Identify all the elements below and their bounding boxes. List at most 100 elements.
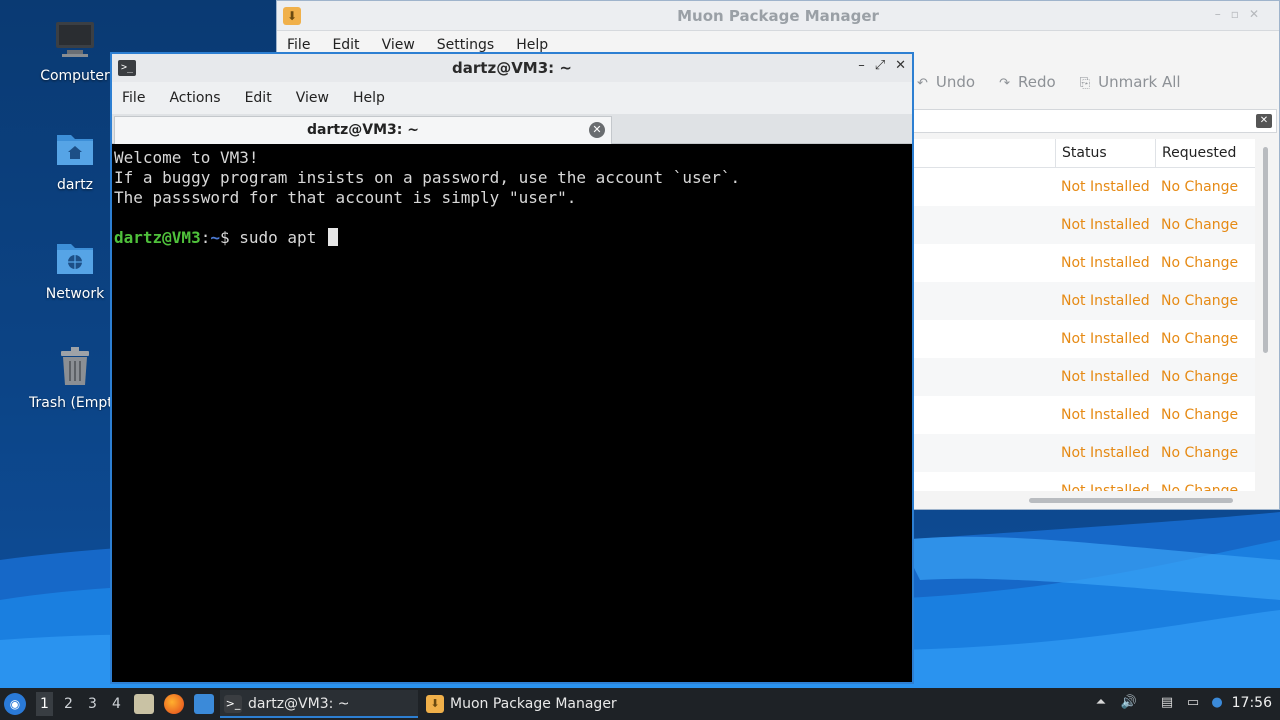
table-row[interactable]: Not Installed No Change <box>913 206 1255 244</box>
terminal-output[interactable]: Welcome to VM3! If a buggy program insist… <box>112 146 912 682</box>
workspace-3[interactable]: 3 <box>88 696 97 712</box>
taskbar-task-label: dartz@VM3: ~ <box>248 696 350 712</box>
maximize-icon[interactable]: ▫ <box>1231 7 1249 21</box>
muon-menu-view[interactable]: View <box>382 37 415 53</box>
column-header-requested[interactable]: Requested <box>1155 139 1255 167</box>
undo-button[interactable]: ↶ Undo <box>917 73 975 91</box>
package-table-header: Status Requested <box>913 139 1255 168</box>
prompt-path: ~ <box>210 228 220 247</box>
terminal-line: The passsword for that account is simply… <box>114 188 577 207</box>
table-row[interactable]: Not Installed No Change <box>913 168 1255 206</box>
terminal-menu-view[interactable]: View <box>296 90 329 106</box>
show-desktop-icon[interactable] <box>194 694 214 714</box>
terminal-menu-actions[interactable]: Actions <box>169 90 220 106</box>
desktop-icon-trash[interactable]: Trash (Empty) <box>29 345 121 411</box>
package-table-hscrollbar[interactable] <box>1029 498 1233 503</box>
volume-icon[interactable]: 🔊 <box>1120 694 1138 712</box>
computer-icon <box>53 18 97 62</box>
table-row[interactable]: Not Installed No Change <box>913 434 1255 472</box>
tray-arrow-icon[interactable]: ⏶ <box>1092 694 1110 712</box>
package-search-input[interactable]: ✕ <box>913 109 1277 133</box>
package-table-vscrollbar[interactable] <box>1263 147 1268 353</box>
unmark-icon: ⎘ <box>1079 76 1091 91</box>
terminal-menu-help[interactable]: Help <box>353 90 385 106</box>
terminal-menu-file[interactable]: File <box>122 90 145 106</box>
table-row[interactable]: Not Installed No Change <box>913 358 1255 396</box>
muon-toolbar: ↶ Undo ↷ Redo ⎘ Unmark All <box>917 73 1181 91</box>
cell-requested: No Change <box>1161 217 1239 233</box>
terminal-title: dartz@VM3: ~ <box>452 59 572 77</box>
taskbar-task-label: Muon Package Manager <box>450 696 617 712</box>
package-table: Status Requested Not Installed No Change N… <box>913 139 1255 491</box>
unmark-all-label: Unmark All <box>1098 73 1181 91</box>
text-cursor <box>327 228 338 246</box>
start-menu-icon[interactable]: ◉ <box>4 693 26 715</box>
cell-requested: No Change <box>1161 293 1239 309</box>
unmark-all-button[interactable]: ⎘ Unmark All <box>1080 73 1181 91</box>
cell-requested: No Change <box>1161 331 1239 347</box>
muon-window-buttons[interactable]: –▫✕ <box>1215 7 1269 21</box>
table-row[interactable]: Not Installed No Change <box>913 396 1255 434</box>
cell-status: Not Installed <box>1061 331 1150 347</box>
update-notifier-icon[interactable]: ● <box>1208 694 1226 712</box>
desktop-icon-computer[interactable]: Computer <box>29 18 121 84</box>
muon-menu-file[interactable]: File <box>287 37 310 53</box>
cell-requested: No Change <box>1161 483 1239 491</box>
prompt-symbol: $ <box>219 228 230 247</box>
cell-requested: No Change <box>1161 407 1239 423</box>
taskbar-task-terminal[interactable]: >_ dartz@VM3: ~ <box>220 690 418 718</box>
column-header-package[interactable] <box>913 139 1055 167</box>
desktop-icon-label: dartz <box>56 177 94 193</box>
table-row[interactable]: Not Installed No Change <box>913 244 1255 282</box>
cell-status: Not Installed <box>1061 369 1150 385</box>
cell-requested: No Change <box>1161 179 1239 195</box>
cell-requested: No Change <box>1161 255 1239 271</box>
network-icon[interactable]: ▭ <box>1184 694 1202 712</box>
terminal-tab[interactable]: dartz@VM3: ~ ✕ <box>114 116 612 144</box>
terminal-window[interactable]: >_ dartz@VM3: ~ – ⤢ ✕ File Actions Edit … <box>110 52 914 684</box>
cell-status: Not Installed <box>1061 293 1150 309</box>
muon-menu-settings[interactable]: Settings <box>437 37 494 53</box>
terminal-menu-edit[interactable]: Edit <box>245 90 272 106</box>
desktop-icon-network[interactable]: Network <box>29 236 121 302</box>
terminal-window-buttons: – ⤢ ✕ <box>858 58 906 73</box>
table-row[interactable]: Not Installed No Change <box>913 282 1255 320</box>
file-manager-icon[interactable] <box>134 694 154 714</box>
home-folder-icon <box>53 127 97 171</box>
undo-icon: ↶ <box>917 76 928 91</box>
prompt-command: sudo apt <box>229 228 326 247</box>
minimize-icon[interactable]: – <box>858 58 865 73</box>
workspace-1[interactable]: 1 <box>36 692 53 716</box>
workspace-4[interactable]: 4 <box>112 696 121 712</box>
muon-menu-edit[interactable]: Edit <box>332 37 359 53</box>
trash-icon <box>53 345 97 389</box>
table-row[interactable]: Not Installed No Change <box>913 320 1255 358</box>
taskbar-task-muon[interactable]: ⬇ Muon Package Manager <box>422 690 622 718</box>
terminal-tabbar: dartz@VM3: ~ ✕ <box>112 114 912 144</box>
tab-close-icon[interactable]: ✕ <box>589 122 605 138</box>
redo-button[interactable]: ↷ Redo <box>999 73 1056 91</box>
undo-label: Undo <box>935 73 976 91</box>
cell-requested: No Change <box>1161 445 1239 461</box>
workspace-2[interactable]: 2 <box>64 696 73 712</box>
cell-status: Not Installed <box>1061 217 1150 233</box>
firefox-icon[interactable] <box>164 694 184 714</box>
terminal-menubar: File Actions Edit View Help <box>112 82 912 114</box>
maximize-icon[interactable]: ⤢ <box>875 58 885 73</box>
cell-status: Not Installed <box>1061 179 1150 195</box>
minimize-icon[interactable]: – <box>1215 7 1231 21</box>
prompt-separator: : <box>200 228 211 247</box>
close-icon[interactable]: ✕ <box>1249 7 1269 21</box>
clipboard-icon[interactable]: ▤ <box>1158 694 1176 712</box>
clock[interactable]: 17:56 <box>1232 695 1272 711</box>
desktop-icon-label: Trash (Empty) <box>29 395 121 411</box>
cell-requested: No Change <box>1161 369 1239 385</box>
clear-search-icon[interactable]: ✕ <box>1256 114 1272 128</box>
close-icon[interactable]: ✕ <box>895 58 906 73</box>
table-row[interactable]: Not Installed No Change <box>913 472 1255 491</box>
desktop-icon-dartz[interactable]: dartz <box>29 127 121 193</box>
column-header-status[interactable]: Status <box>1055 139 1155 167</box>
muon-titlebar[interactable]: ⬇ Muon Package Manager –▫✕ <box>277 1 1279 31</box>
muon-menu-help[interactable]: Help <box>516 37 548 53</box>
terminal-titlebar[interactable]: >_ dartz@VM3: ~ – ⤢ ✕ <box>112 54 912 82</box>
